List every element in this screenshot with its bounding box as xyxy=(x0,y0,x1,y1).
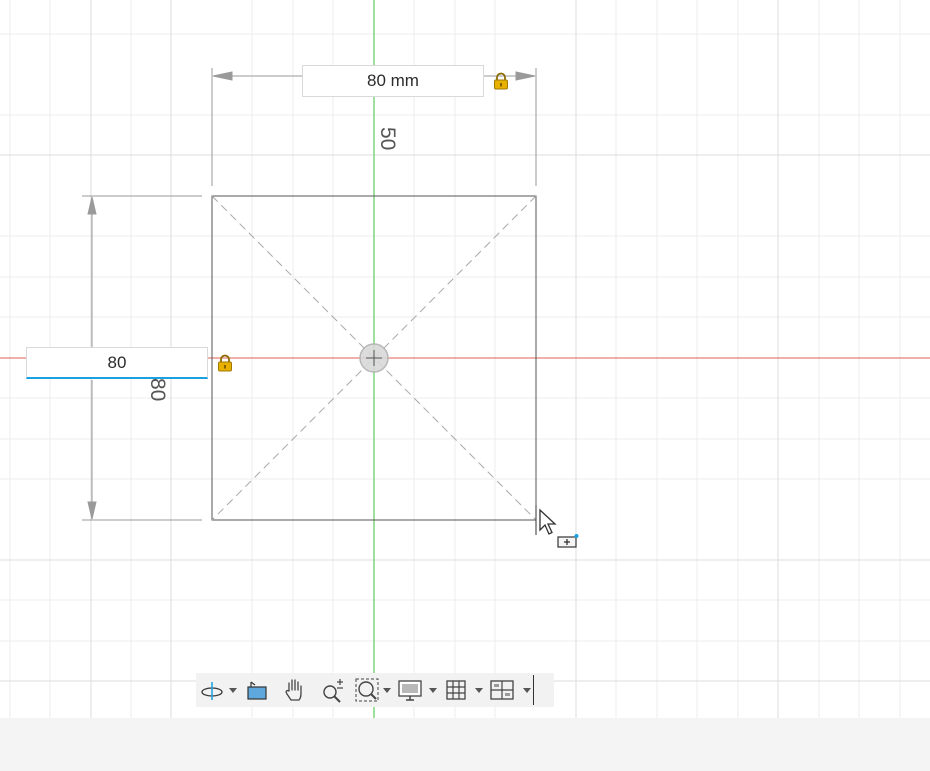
grid-settings-dropdown-button[interactable] xyxy=(474,673,484,707)
sketch-canvas[interactable]: 50 80 80 mm 80 xyxy=(0,0,930,718)
bottom-panel xyxy=(0,718,930,771)
look-at-icon xyxy=(247,681,267,700)
viewports-button[interactable] xyxy=(484,673,520,707)
orbit-dropdown-button[interactable] xyxy=(228,673,238,707)
display-settings-icon xyxy=(398,680,422,701)
zoom-icon xyxy=(323,679,343,703)
rectangle-tool-badge-icon xyxy=(557,534,579,548)
lock-icon[interactable] xyxy=(492,72,510,90)
lock-icon[interactable] xyxy=(216,354,234,372)
height-dimension-input[interactable]: 80 xyxy=(26,347,208,379)
grid-settings-icon xyxy=(446,680,466,700)
chevron-down-icon xyxy=(475,687,483,693)
fit-dropdown-button[interactable] xyxy=(382,673,392,707)
pan-icon xyxy=(285,679,302,701)
toolbar-separator xyxy=(533,675,534,705)
width-dimension-input[interactable]: 80 mm xyxy=(302,65,484,97)
chevron-down-icon xyxy=(383,687,391,693)
chevron-down-icon xyxy=(229,687,237,693)
orbit-icon xyxy=(201,682,223,700)
viewports-dropdown-button[interactable] xyxy=(520,673,534,707)
chevron-down-icon xyxy=(429,687,437,693)
display-settings-dropdown-button[interactable] xyxy=(428,673,438,707)
fit-icon xyxy=(355,678,379,702)
orbit-button[interactable] xyxy=(196,673,228,707)
display-settings-button[interactable] xyxy=(392,673,428,707)
look-at-button[interactable] xyxy=(238,673,276,707)
dimension-label-top: 50 xyxy=(376,127,399,151)
chevron-down-icon xyxy=(523,687,531,693)
viewports-icon xyxy=(490,680,514,700)
navigation-toolbar xyxy=(196,673,554,707)
mouse-cursor-icon xyxy=(539,508,557,535)
zoom-button[interactable] xyxy=(314,673,352,707)
dimension-label-left: 80 xyxy=(146,378,169,402)
grid-settings-button[interactable] xyxy=(438,673,474,707)
pan-button[interactable] xyxy=(276,673,314,707)
fit-button[interactable] xyxy=(352,673,382,707)
